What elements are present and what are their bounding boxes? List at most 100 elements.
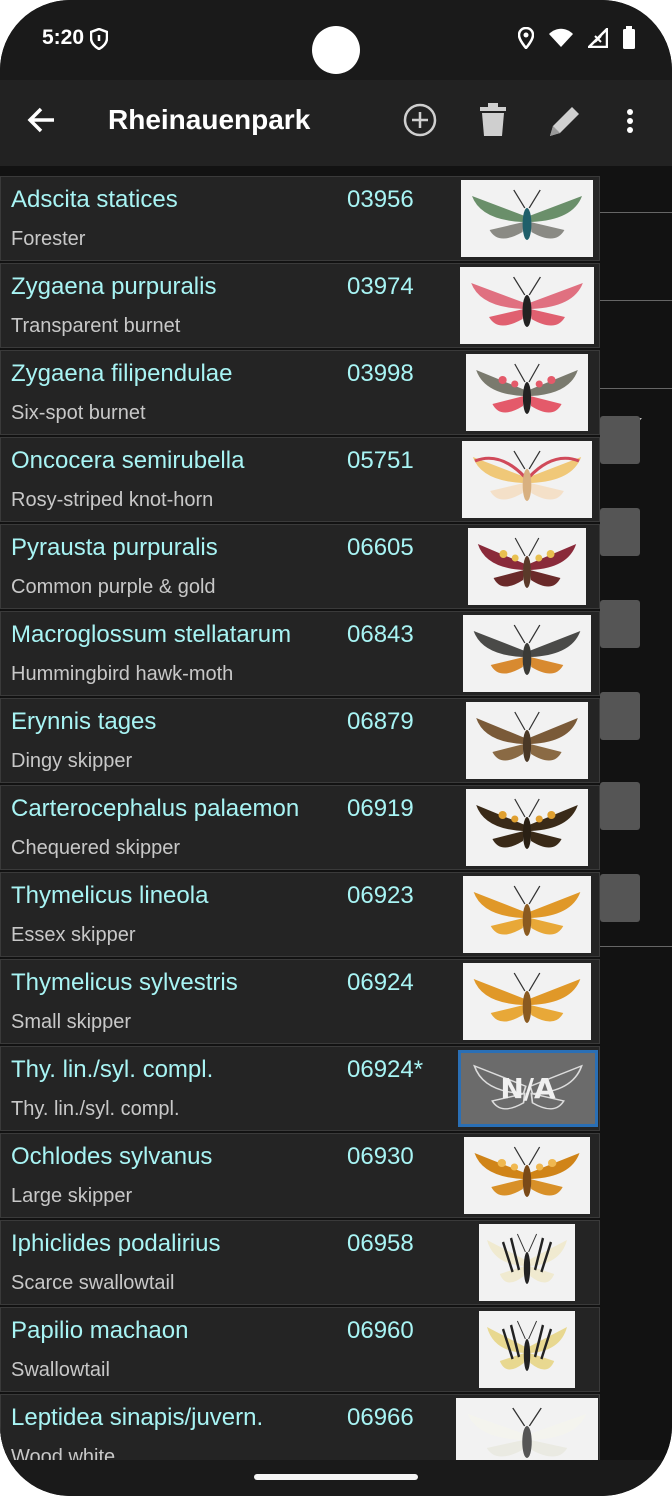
species-common-name: Transparent burnet — [11, 315, 181, 337]
species-scientific-name: Zygaena filipendulae — [11, 360, 233, 387]
species-common-name: Large skipper — [11, 1185, 133, 1207]
species-scientific-name: Thymelicus lineola — [11, 882, 209, 909]
species-row[interactable]: Thymelicus lineola 06923 Essex skipper — [0, 872, 600, 957]
add-icon[interactable] — [402, 102, 438, 143]
status-time: 5:20 — [42, 26, 85, 49]
species-common-name: Rosy-striped knot-horn — [11, 489, 214, 511]
background-button — [600, 600, 640, 648]
species-thumbnail-image[interactable] — [463, 615, 591, 692]
app-bar: Rheinauenpark — [0, 80, 672, 166]
species-row[interactable]: Iphiclides podalirius 06958 Scarce swallow… — [0, 1220, 600, 1305]
species-thumbnail-image[interactable] — [464, 1137, 590, 1214]
species-scientific-name: Thymelicus sylvestris — [11, 969, 238, 996]
delete-icon[interactable] — [478, 102, 508, 143]
edit-pencil-icon[interactable] — [544, 102, 584, 147]
species-code: 03998 — [347, 360, 414, 387]
phone-screen: 5:20 Rheinauenpark Adscita statices 0395… — [0, 0, 672, 1496]
navigation-bar — [0, 1460, 672, 1496]
species-thumbnail-image[interactable] — [466, 354, 588, 431]
species-code: 06930 — [347, 1143, 414, 1170]
species-scientific-name: Macroglossum stellatarum — [11, 621, 292, 648]
page-title: Rheinauenpark — [108, 104, 311, 135]
more-vert-icon[interactable] — [624, 108, 636, 143]
species-row[interactable]: Adscita statices 03956 Forester — [0, 176, 600, 261]
background-button — [600, 874, 640, 922]
species-code: 03974 — [347, 273, 414, 300]
species-code: 06924* — [347, 1056, 424, 1083]
species-row[interactable]: Carterocephalus palaemon 06919 Chequered s… — [0, 785, 600, 870]
divider — [592, 388, 672, 389]
species-thumbnail-image[interactable] — [466, 702, 588, 779]
species-scientific-name: Iphiclides podalirius — [11, 1230, 221, 1257]
species-common-name: Hummingbird hawk-moth — [11, 663, 234, 685]
species-common-name: Forester — [11, 228, 86, 250]
no-image-placeholder[interactable]: N/A — [458, 1050, 598, 1127]
species-row[interactable]: Thy. lin./syl. compl. 06924* Thy. lin./syl… — [0, 1046, 600, 1131]
species-common-name: Common purple & gold — [11, 576, 216, 598]
status-icons — [517, 25, 636, 55]
species-code: 06924 — [347, 969, 414, 996]
na-label: N/A — [500, 1072, 556, 1105]
species-common-name: Six-spot burnet — [11, 402, 146, 424]
species-scientific-name: Adscita statices — [11, 186, 178, 213]
divider — [592, 212, 672, 213]
species-common-name: Essex skipper — [11, 924, 136, 946]
species-common-name: Thy. lin./syl. compl. — [11, 1098, 180, 1120]
species-code: 03956 — [347, 186, 414, 213]
species-scientific-name: Zygaena purpuralis — [11, 273, 217, 300]
species-row[interactable]: Zygaena purpuralis 03974 Transparent burne… — [0, 263, 600, 348]
species-common-name: Small skipper — [11, 1011, 132, 1033]
species-row[interactable]: Zygaena filipendulae 03998 Six-spot burnet — [0, 350, 600, 435]
species-row[interactable]: Pyrausta purpuralis 06605 Common purple & … — [0, 524, 600, 609]
species-row[interactable]: Ochlodes sylvanus 06930 Large skipper — [0, 1133, 600, 1218]
species-thumbnail-image[interactable] — [463, 963, 591, 1040]
species-row[interactable]: Oncocera semirubella 05751 Rosy-striped kn… — [0, 437, 600, 522]
wifi-icon — [548, 28, 574, 53]
species-thumbnail-image[interactable] — [462, 441, 592, 518]
species-code: 06919 — [347, 795, 414, 822]
species-code: 06843 — [347, 621, 414, 648]
species-row[interactable]: Thymelicus sylvestris 06924 Small skipper — [0, 959, 600, 1044]
background-button — [600, 508, 640, 556]
species-thumbnail-image[interactable] — [461, 180, 593, 257]
species-code: 05751 — [347, 447, 414, 474]
species-scientific-name: Erynnis tages — [11, 708, 157, 735]
location-icon — [517, 26, 535, 54]
species-scientific-name: Carterocephalus palaemon — [11, 795, 300, 822]
species-row[interactable]: Macroglossum stellatarum 06843 Hummingbird… — [0, 611, 600, 696]
species-scientific-name: Leptidea sinapis/juvern. — [11, 1404, 264, 1431]
background-button — [600, 692, 640, 740]
shield-icon — [89, 27, 109, 55]
species-row[interactable]: Papilio machaon 06960 Swallowtail — [0, 1307, 600, 1392]
species-thumbnail-image[interactable] — [479, 1311, 575, 1388]
species-scientific-name: Papilio machaon — [11, 1317, 189, 1344]
species-code: 06958 — [347, 1230, 414, 1257]
species-common-name: Scarce swallowtail — [11, 1272, 175, 1294]
species-thumbnail-image[interactable] — [460, 267, 594, 344]
species-common-name: Swallowtail — [11, 1359, 110, 1381]
back-arrow-icon[interactable] — [26, 104, 58, 141]
species-code: 06966 — [347, 1404, 414, 1431]
species-thumbnail-image[interactable] — [479, 1224, 575, 1301]
species-common-name: Dingy skipper — [11, 750, 133, 772]
species-thumbnail-image[interactable] — [463, 876, 591, 953]
battery-icon — [622, 26, 636, 55]
status-bar: 5:20 — [0, 0, 672, 80]
species-scientific-name: Oncocera semirubella — [11, 447, 245, 474]
species-code: 06605 — [347, 534, 414, 561]
species-thumbnail-image[interactable] — [468, 528, 586, 605]
species-code: 06960 — [347, 1317, 414, 1344]
signal-icon — [585, 25, 609, 53]
species-row[interactable]: Erynnis tages 06879 Dingy skipper — [0, 698, 600, 783]
species-scientific-name: Thy. lin./syl. compl. — [11, 1056, 214, 1083]
species-scientific-name: Pyrausta purpuralis — [11, 534, 218, 561]
species-code: 06923 — [347, 882, 414, 909]
camera-cutout — [312, 26, 360, 74]
species-common-name: Chequered skipper — [11, 837, 180, 859]
divider — [592, 300, 672, 301]
species-scientific-name: Ochlodes sylvanus — [11, 1143, 213, 1170]
background-button — [600, 782, 640, 830]
species-thumbnail-image[interactable] — [466, 789, 588, 866]
home-handle[interactable] — [254, 1474, 418, 1480]
divider — [592, 946, 672, 947]
